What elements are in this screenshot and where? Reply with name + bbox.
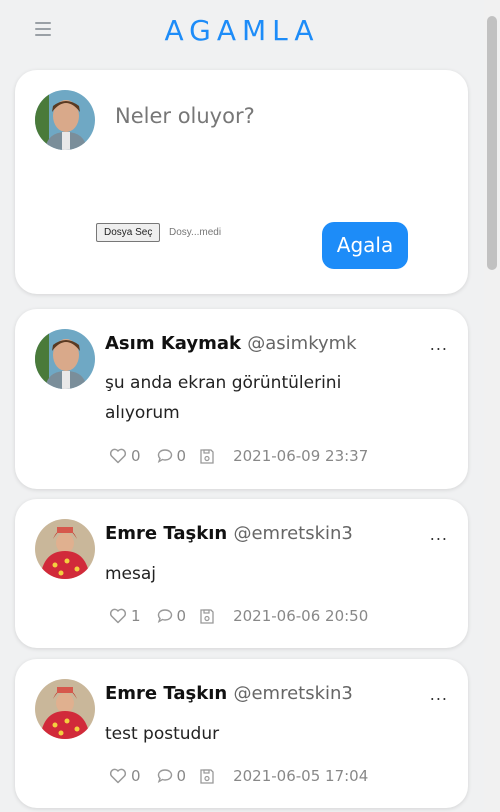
post-author[interactable]: Emre Taşkın @emretskin3 [105,683,353,704]
comment-button[interactable]: 0 [157,767,187,785]
post-meta: 0 0 2021-06-09 23:37 [109,445,368,467]
post-author-handle[interactable]: @emretskin3 [233,523,352,544]
app-header: AGAMLA [0,0,484,64]
post-text: şu anda ekran görüntülerini alıyorum [105,373,342,423]
post-author-name[interactable]: Emre Taşkın [105,523,227,544]
post-avatar[interactable] [35,679,95,739]
comment-icon [157,609,172,624]
save-icon [200,448,214,464]
composer-card: Dosya Seç Dosy...medi Agala [15,70,468,294]
post-meta: 0 0 2021-06-05 17:04 [109,765,368,787]
comment-count: 0 [176,767,187,785]
comment-icon [157,449,172,464]
post-text: test postudur [105,724,220,744]
post-card: Emre Taşkın @emretskin3 ... mesaj 1 0 20… [15,499,468,648]
post-meta: 1 0 2021-06-06 20:50 [109,605,368,627]
more-icon[interactable]: ... [430,525,448,544]
like-button[interactable]: 0 [109,767,141,785]
save-button[interactable] [200,448,214,464]
composer-avatar [35,90,95,150]
post-text: mesaj [105,564,157,584]
heart-icon [109,448,127,464]
post-author[interactable]: Asım Kaymak @asimkymk [105,333,357,354]
post-card: Emre Taşkın @emretskin3 ... test postudu… [15,659,468,808]
post-date: 2021-06-05 17:04 [233,767,369,785]
post-card: Asım Kaymak @asimkymk ... şu anda ekran … [15,309,468,489]
more-icon[interactable]: ... [430,685,448,704]
file-choose-button[interactable]: Dosya Seç [96,223,161,242]
heart-icon [109,768,127,784]
post-date: 2021-06-06 20:50 [233,607,369,625]
post-author[interactable]: Emre Taşkın @emretskin3 [105,523,353,544]
like-button[interactable]: 0 [109,447,141,465]
comment-count: 0 [176,607,187,625]
app-logo[interactable]: AGAMLA [0,14,484,47]
post-author-handle[interactable]: @asimkymk [247,333,356,354]
save-icon [200,608,214,624]
post-author-name[interactable]: Emre Taşkın [105,683,227,704]
post-author-handle[interactable]: @emretskin3 [233,683,352,704]
comment-button[interactable]: 0 [157,447,187,465]
save-button[interactable] [200,608,214,624]
post-author-name[interactable]: Asım Kaymak [105,333,241,354]
scrollbar-thumb[interactable] [487,16,497,270]
file-name-label: Dosy...medi [169,227,222,238]
post-avatar[interactable] [35,329,95,389]
like-count: 0 [131,767,141,785]
more-icon[interactable]: ... [430,335,448,354]
comment-icon [157,769,172,784]
post-date: 2021-06-09 23:37 [233,447,369,465]
save-icon [200,768,214,784]
comment-count: 0 [176,447,187,465]
post-avatar[interactable] [35,519,95,579]
like-button[interactable]: 1 [109,607,141,625]
post-submit-button[interactable]: Agala [322,222,408,269]
save-button[interactable] [200,768,214,784]
comment-button[interactable]: 0 [157,607,187,625]
scrollbar[interactable] [484,0,500,812]
like-count: 1 [131,607,141,625]
like-count: 0 [131,447,141,465]
composer-input[interactable] [115,104,435,128]
heart-icon [109,608,127,624]
